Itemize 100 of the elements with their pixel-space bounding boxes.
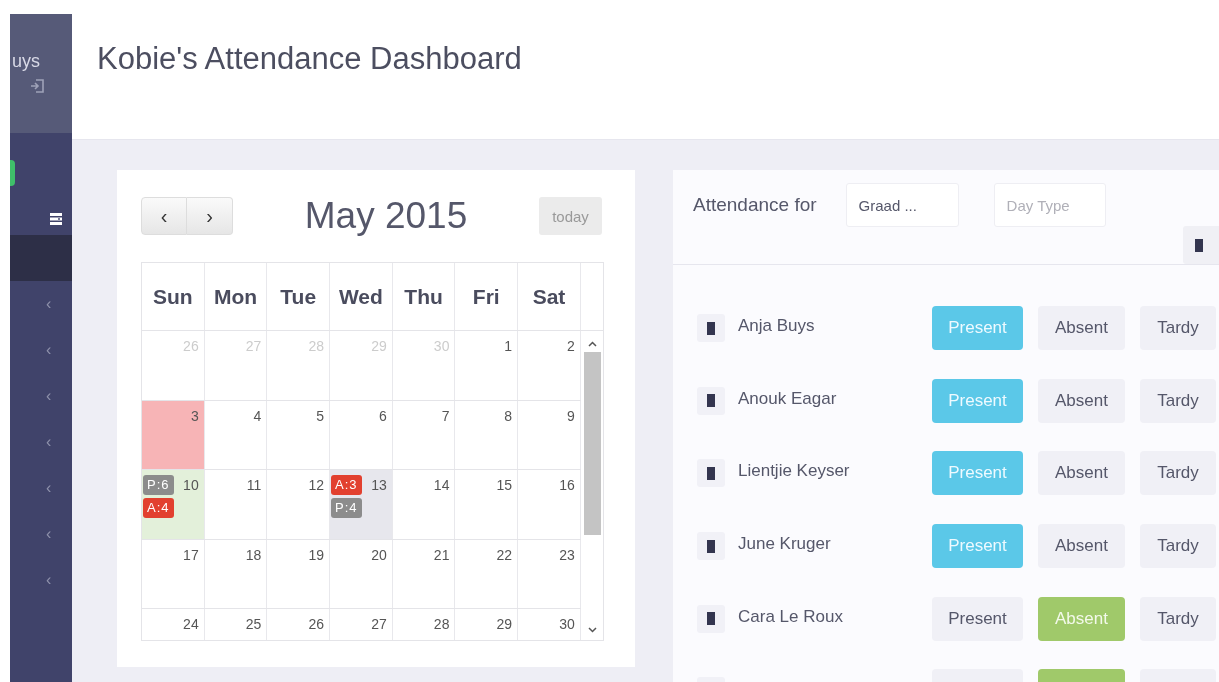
day-number: 24: [183, 615, 199, 634]
next-button[interactable]: ›: [187, 197, 233, 235]
status-button[interactable]: Absent: [1038, 306, 1125, 351]
day-number: 23: [559, 545, 575, 565]
day-number: 6: [378, 406, 387, 426]
event-badge[interactable]: P:6: [143, 475, 174, 495]
prev-button[interactable]: ‹: [141, 197, 187, 235]
day-cell[interactable]: 15: [455, 470, 519, 539]
day-cell[interactable]: 6: [330, 400, 393, 469]
event-badge[interactable]: A:3: [331, 475, 362, 495]
day-number: 27: [371, 615, 387, 634]
day-type-field[interactable]: Day Type: [993, 183, 1106, 227]
student-name: June Kruger: [738, 534, 832, 555]
day-number: 18: [245, 545, 262, 565]
day-number: 10: [183, 476, 199, 495]
scroll-up-icon[interactable]: [587, 341, 597, 347]
day-number: 17: [183, 545, 199, 565]
day-cell[interactable]: 24: [142, 609, 205, 640]
status-button[interactable]: Tardy: [1140, 524, 1216, 569]
user-name: uys: [12, 50, 40, 72]
weekday-header: Sat: [518, 263, 581, 330]
day-number: 5: [316, 406, 325, 426]
day-cell[interactable]: 23: [518, 539, 581, 608]
square-icon: [697, 604, 725, 633]
day-cell[interactable]: 27: [330, 609, 393, 640]
day-cell[interactable]: 3: [142, 400, 205, 469]
day-number: 11: [246, 476, 262, 495]
day-number: 29: [496, 615, 513, 634]
day-number: 26: [308, 615, 325, 634]
weekday-header: Fri: [455, 263, 519, 330]
event-badge[interactable]: P:4: [331, 498, 362, 518]
day-number: 9: [567, 406, 575, 426]
attendance-label: Attendance for: [693, 194, 817, 216]
day-number: 30: [559, 615, 575, 634]
day-cell[interactable]: 28: [392, 609, 456, 640]
day-number: 2: [567, 337, 575, 356]
status-button[interactable]: Absent: [1038, 378, 1125, 423]
student-name: Anja Buys: [738, 316, 816, 337]
day-number: 19: [308, 545, 325, 565]
day-number: 16: [559, 476, 575, 495]
day-cell[interactable]: 22: [455, 539, 519, 608]
page-title: Kobie's Attendance Dashboard: [97, 40, 522, 77]
square-icon: [697, 459, 725, 488]
status-button[interactable]: Present: [932, 596, 1023, 641]
status-button[interactable]: Tardy: [1140, 451, 1216, 496]
day-cell[interactable]: 9: [518, 400, 581, 469]
class-field[interactable]: Graad ...: [845, 183, 959, 227]
day-cell[interactable]: 21: [392, 539, 456, 608]
weekday-header: Wed: [330, 263, 393, 330]
day-cell[interactable]: 25: [204, 609, 268, 640]
day-number: 15: [496, 476, 513, 495]
day-cell[interactable]: 29: [455, 609, 519, 640]
square-icon: [697, 386, 725, 415]
day-cell[interactable]: 2: [518, 331, 581, 400]
menu-icon[interactable]: [50, 213, 62, 225]
student-name: Anouk Eagar: [738, 388, 838, 409]
day-number: 28: [433, 615, 450, 634]
day-cell[interactable]: 5: [267, 400, 331, 469]
day-cell[interactable]: 17: [142, 539, 205, 608]
status-button[interactable]: Tardy: [1140, 596, 1216, 641]
student-name: Lientjie Keyser: [738, 461, 851, 482]
status-button[interactable]: Absent: [1038, 524, 1125, 569]
day-number: 7: [441, 406, 450, 426]
weekday-header: Tue: [267, 263, 331, 330]
day-cell[interactable]: 7: [392, 400, 456, 469]
weekday-header: Sun: [142, 263, 205, 330]
weekday-header: Thu: [392, 263, 456, 330]
square-icon: [697, 314, 725, 343]
day-cell[interactable]: 30: [518, 609, 581, 640]
day-cell[interactable]: 19: [267, 539, 331, 608]
status-button[interactable]: Tardy: [1140, 306, 1216, 351]
status-button[interactable]: Absent: [1038, 451, 1125, 496]
day-cell[interactable]: 1: [455, 331, 519, 400]
day-number: 1: [504, 337, 513, 356]
day-cell[interactable]: 4: [204, 400, 268, 469]
day-number: 3: [190, 406, 199, 426]
day-cell[interactable]: 20: [330, 539, 393, 608]
day-number: 8: [504, 406, 513, 426]
calendar-title: May 2015: [304, 195, 468, 237]
scroll-down-icon[interactable]: [587, 627, 597, 633]
weekday-header: Mon: [204, 263, 268, 330]
day-cell[interactable]: 8: [455, 400, 519, 469]
event-badge[interactable]: A:4: [143, 498, 174, 518]
day-number: 22: [496, 545, 513, 565]
status-button[interactable]: Tardy: [1140, 378, 1216, 423]
day-number: 13: [371, 476, 387, 495]
day-number: 4: [253, 406, 262, 426]
day-cell[interactable]: 26: [267, 609, 331, 640]
toolbar-button[interactable]: [1183, 226, 1219, 264]
student-name: Cara Le Roux: [738, 606, 844, 627]
day-cell[interactable]: 16: [518, 470, 581, 539]
day-cell[interactable]: 14: [392, 470, 456, 539]
day-cell[interactable]: 11: [204, 470, 268, 539]
status-badge: [10, 160, 15, 186]
day-cell[interactable]: 18: [204, 539, 268, 608]
day-cell[interactable]: P:6 10 A:4: [142, 470, 205, 539]
day-number: 14: [433, 476, 450, 495]
day-cell[interactable]: A:3 13 P:4: [330, 470, 393, 539]
logout-icon[interactable]: [30, 78, 44, 94]
day-number: 12: [308, 476, 325, 495]
